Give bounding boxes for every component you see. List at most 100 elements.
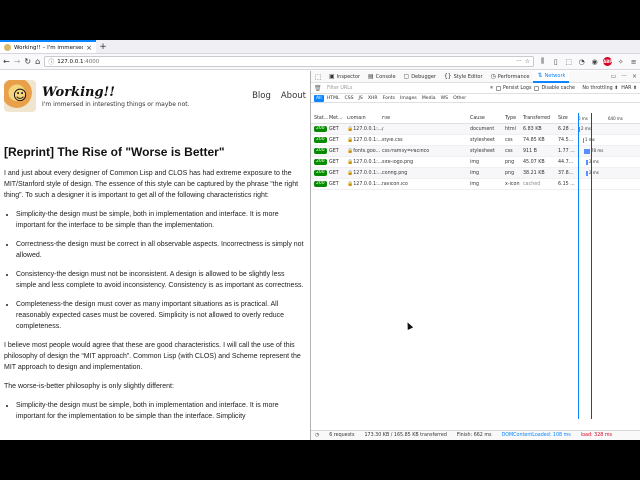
article: [Reprint] The Rise of "Worse is Better" … [0,145,310,422]
column-header-domain[interactable]: Domain [347,116,382,121]
status-badge-cell: 200 [311,181,329,187]
waterfall-tick: 0 ms [578,116,588,121]
request-type-cell: css [505,149,523,154]
request-cause: document [470,126,495,132]
request-method-cell: GET [329,171,347,176]
filter-other[interactable]: Other [451,95,468,102]
request-cause: img [470,181,480,187]
tab-network[interactable]: ⇅ Network [533,70,570,83]
new-tab-button[interactable]: + [96,40,110,53]
request-size: 1.77 ... [558,148,575,154]
disable-cache-checkbox[interactable]: Disable cache [534,85,575,91]
request-cause-cell: document [470,127,505,132]
nav-link-blog[interactable]: Blog [252,91,271,101]
request-method-cell: GET [329,127,347,132]
column-header-transferred[interactable]: Transferred [523,116,558,121]
list-item: Completeness-the design must cover as ma… [16,299,306,332]
request-method-cell: GET [329,149,347,154]
browser-tab[interactable]: Working!! – I'm immersed in inte × [0,40,96,53]
element-picker-icon[interactable]: ⬚ [311,71,325,83]
forward-button[interactable]: → [14,56,21,67]
request-type-cell: png [505,160,523,165]
pause-icon[interactable]: ⏸ [490,84,493,92]
article-paragraph: I and just about every designer of Commo… [4,170,299,199]
filter-js[interactable]: JS [357,95,365,102]
tab-debugger[interactable]: ▢ Debugger [400,71,440,83]
waterfall-cell: 2 ms [576,157,640,167]
column-header-size[interactable]: Size [558,116,576,121]
request-cause-cell: img [470,160,505,165]
performance-icon: ◷ [490,73,496,80]
clear-log-icon[interactable]: 🗑 [314,85,324,92]
library-icon[interactable]: ⫼ [538,57,547,66]
column-header-waterfall[interactable]: 0 ms 640 ms [576,113,640,123]
reload-button[interactable]: ↻ [24,56,31,67]
screenshot-icon[interactable]: ⬚ [564,57,573,66]
close-tab-icon[interactable]: × [86,44,92,52]
transferred-summary: 173.30 KB / 165.85 KB transferred [364,433,447,438]
site-info-icon[interactable]: ⓘ [48,57,54,66]
filter-urls-input[interactable]: Filter URLs [327,86,477,91]
request-file: css?family=Pacifico [382,148,430,154]
account-icon[interactable]: ◉ [590,57,599,66]
filter-html[interactable]: HTML [325,95,342,102]
request-method-cell: GET [329,160,347,165]
tab-label: Debugger [411,73,436,80]
list-item: Correctness-the design must be correct i… [16,239,306,261]
column-header-file[interactable]: File [382,116,470,121]
throttling-select[interactable]: No throttling ⬍ [582,86,618,91]
request-file: favicon.ico [382,181,408,187]
home-button[interactable]: ⌂ [35,56,40,67]
status-badge: 200 [314,159,327,165]
url-bar[interactable]: ⓘ 127.0.0.1:4000 ··· ☆ [44,56,535,67]
column-header-type[interactable]: Type [505,116,523,121]
finish-time: Finish: 662 ms [456,433,492,438]
tab-label: Network [544,72,566,79]
waterfall-cell: 1 ms [576,135,640,145]
filter-all[interactable]: All [314,94,324,102]
more-options-icon[interactable]: ··· [621,73,627,80]
timeline-marker-line [591,113,592,419]
site-logo[interactable]: ☺ [4,80,36,112]
site-name[interactable]: Working!! [42,85,190,100]
request-domain-cell: 🔒127.0.0.1:... [347,181,382,187]
har-menu[interactable]: HAR ⬍ [621,86,637,91]
tab-performance[interactable]: ◷ Performance [487,71,534,83]
bookmark-star-icon[interactable]: ☆ [525,58,530,65]
column-header-cause[interactable]: Cause [470,116,505,121]
favicon-icon [4,44,11,51]
request-transferred-cell: cached [523,182,558,187]
column-header-status[interactable]: Stat... [311,116,329,121]
page-actions-icon[interactable]: ··· [516,58,522,65]
filter-media[interactable]: Media [420,95,438,102]
request-cause-cell: stylesheet [470,138,505,143]
sidebar-icon[interactable]: ▯ [551,57,560,66]
filter-ws[interactable]: WS [439,95,450,102]
tab-style-editor[interactable]: {} Style Editor [440,71,487,83]
filter-xhr[interactable]: XHR [366,95,380,102]
filter-css[interactable]: CSS [343,95,356,102]
request-size: 44.7... [558,159,574,165]
column-header-method[interactable]: Met... [329,116,347,121]
filter-fonts[interactable]: Fonts [381,95,397,102]
request-cause-cell: img [470,182,505,187]
site-tagline: I'm immersed in interesting things or ma… [42,100,190,108]
request-file-cell: style.css [382,138,470,143]
back-button[interactable]: ← [3,56,10,67]
adblock-icon[interactable]: ABP [603,57,612,66]
tab-console[interactable]: ▤ Console [364,71,400,83]
extension-icon[interactable]: ✧ [616,57,625,66]
debugger-icon: ▢ [403,73,410,80]
filter-images[interactable]: Images [398,95,419,102]
request-size-cell: 44.7... [558,160,576,165]
request-transferred-cell: 45.07 KB [523,160,558,165]
persist-logs-checkbox[interactable]: Persist Logs [496,85,531,91]
pocket-icon[interactable]: ◔ [577,57,586,66]
nav-link-about[interactable]: About [281,91,306,101]
request-domain: fonts.goo... [353,149,381,154]
dock-icon[interactable]: ▭ [611,73,617,80]
menu-icon[interactable]: ≡ [629,57,638,66]
close-devtools-icon[interactable]: × [632,73,637,80]
request-cause-cell: stylesheet [470,149,505,154]
tab-inspector[interactable]: ▣ Inspector [325,71,364,83]
